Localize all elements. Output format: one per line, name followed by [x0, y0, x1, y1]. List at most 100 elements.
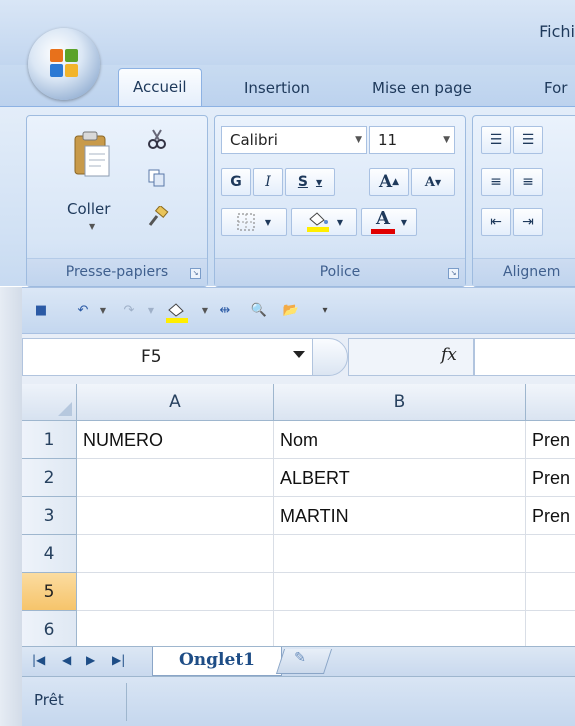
paste-label: Coller — [67, 200, 111, 218]
bold-button[interactable]: G — [221, 168, 251, 196]
tab-formules-label: For — [544, 79, 568, 97]
qat-fill-dropdown-icon[interactable]: ▼ — [196, 302, 214, 320]
first-sheet-icon[interactable]: |◀ — [32, 653, 45, 667]
cell-c4[interactable] — [526, 535, 575, 573]
column-header-a[interactable]: A — [77, 384, 274, 421]
increase-indent-icon: ⇥ — [522, 214, 534, 230]
column-b-label: B — [393, 392, 406, 412]
formula-bar: F5 fx — [0, 333, 575, 385]
font-color-button[interactable]: A ▼ — [361, 208, 417, 236]
decrease-indent-button[interactable]: ⇤ — [481, 208, 511, 236]
ribbon: Coller ▼ Presse-papiers ↘ Calibri ▼ 11 ▼… — [0, 106, 575, 287]
clipboard-group-label: Presse-papiers — [27, 258, 207, 286]
font-launcher-button[interactable]: ↘ — [448, 268, 459, 279]
row-1-label: 1 — [43, 430, 55, 450]
print-preview-icon[interactable]: 🔍 — [250, 302, 268, 320]
merge-icon[interactable]: ⇹ — [216, 302, 234, 320]
column-header-c[interactable] — [526, 384, 575, 421]
align-left-icon: ≡ — [490, 174, 502, 190]
cell-a2[interactable] — [77, 459, 274, 497]
grow-font-button[interactable]: A ▲ — [369, 168, 409, 196]
tab-formules[interactable]: For — [544, 75, 567, 101]
cell-b3[interactable]: MARTIN — [274, 497, 526, 535]
cell-a1[interactable]: NUMERO — [77, 421, 274, 459]
formula-input[interactable] — [474, 338, 575, 376]
insert-sheet-icon: ✎ — [294, 650, 306, 666]
fill-color-icon — [306, 212, 329, 232]
row-header-1[interactable]: 1 — [22, 421, 77, 459]
window-left-edge — [0, 287, 22, 726]
cell-b1[interactable]: Nom — [274, 421, 526, 459]
name-box-dropdown-icon[interactable] — [293, 351, 305, 358]
alignment-group: ☰ ☰ ≡ ≡ ⇤ ⇥ Alignem — [472, 115, 575, 287]
row-header-6[interactable]: 6 — [22, 611, 77, 649]
borders-button[interactable]: ▼ — [221, 208, 287, 236]
align-center-icon: ≡ — [522, 174, 534, 190]
increase-indent-button[interactable]: ⇥ — [513, 208, 543, 236]
row-header-2[interactable]: 2 — [22, 459, 77, 497]
clipboard-launcher-button[interactable]: ↘ — [190, 268, 201, 279]
row-2-label: 2 — [43, 468, 55, 488]
align-center-button[interactable]: ≡ — [513, 168, 543, 196]
font-size-select[interactable]: 11 ▼ — [369, 126, 455, 154]
align-top-button[interactable]: ☰ — [481, 126, 511, 154]
copy-icon[interactable] — [147, 168, 167, 188]
column-header-b[interactable]: B — [274, 384, 526, 421]
undo-dropdown-icon[interactable]: ▼ — [94, 302, 112, 320]
next-sheet-icon[interactable]: ▶ — [86, 653, 95, 667]
row-header-5[interactable]: 5 — [22, 573, 77, 611]
sheet-tab-onglet1[interactable]: Onglet1 — [152, 647, 282, 676]
office-button[interactable] — [28, 28, 100, 100]
cell-c5[interactable] — [526, 573, 575, 611]
open-folder-icon[interactable]: 📂 — [282, 302, 300, 320]
select-all-button[interactable] — [22, 384, 77, 421]
fill-color-button[interactable]: ▼ — [291, 208, 357, 236]
align-middle-button[interactable]: ☰ — [513, 126, 543, 154]
font-name-select[interactable]: Calibri ▼ — [221, 126, 367, 154]
align-left-button[interactable]: ≡ — [481, 168, 511, 196]
clipboard-group-title: Presse-papiers — [65, 264, 169, 280]
cell-b5[interactable] — [274, 573, 526, 611]
cell-a3[interactable] — [77, 497, 274, 535]
font-group-title: Police — [319, 264, 361, 280]
insert-sheet-button[interactable]: ✎ — [275, 649, 333, 674]
name-box[interactable]: F5 — [22, 338, 314, 376]
cell-c2[interactable]: Pren — [526, 459, 575, 497]
font-name-value: Calibri — [230, 131, 278, 149]
save-icon[interactable]: ■ — [32, 302, 50, 320]
tab-accueil[interactable]: Accueil — [118, 68, 202, 108]
cell-a6[interactable] — [77, 611, 274, 649]
shrink-font-button[interactable]: A ▼ — [411, 168, 455, 196]
last-sheet-icon[interactable]: ▶| — [112, 653, 125, 667]
paste-dropdown-icon: ▼ — [89, 222, 96, 231]
prev-sheet-icon[interactable]: ◀ — [62, 653, 71, 667]
cell-b2[interactable]: ALBERT — [274, 459, 526, 497]
sheet-tab-label: Onglet1 — [178, 650, 255, 670]
underline-button[interactable]: S ▼ — [285, 168, 335, 196]
cell-c1[interactable]: Pren — [526, 421, 575, 459]
cell-c6[interactable] — [526, 611, 575, 649]
format-painter-icon[interactable] — [147, 206, 169, 228]
row-3-label: 3 — [43, 506, 55, 526]
cell-b6[interactable] — [274, 611, 526, 649]
italic-button[interactable]: I — [253, 168, 283, 196]
insert-function-button[interactable]: fx — [348, 338, 474, 376]
formula-bar-toggle[interactable] — [312, 338, 348, 376]
font-color-letter: A — [375, 208, 390, 229]
qat-fill-color-icon[interactable] — [164, 302, 188, 323]
row-header-4[interactable]: 4 — [22, 535, 77, 573]
tab-insertion[interactable]: Insertion — [244, 75, 310, 101]
tab-mise-en-page[interactable]: Mise en page — [372, 75, 472, 101]
customize-qat-icon[interactable]: ▾ — [316, 302, 334, 320]
cell-b4[interactable] — [274, 535, 526, 573]
undo-icon[interactable]: ↶ — [74, 302, 92, 320]
paste-button[interactable]: Coller ▼ — [53, 124, 129, 244]
row-4-label: 4 — [43, 544, 55, 564]
cell-a4[interactable] — [77, 535, 274, 573]
row-header-3[interactable]: 3 — [22, 497, 77, 535]
cell-a5[interactable] — [77, 573, 274, 611]
office-logo-icon — [50, 49, 78, 77]
cell-c3[interactable]: Pren — [526, 497, 575, 535]
cut-icon[interactable] — [147, 128, 167, 150]
decrease-indent-icon: ⇤ — [490, 214, 502, 230]
